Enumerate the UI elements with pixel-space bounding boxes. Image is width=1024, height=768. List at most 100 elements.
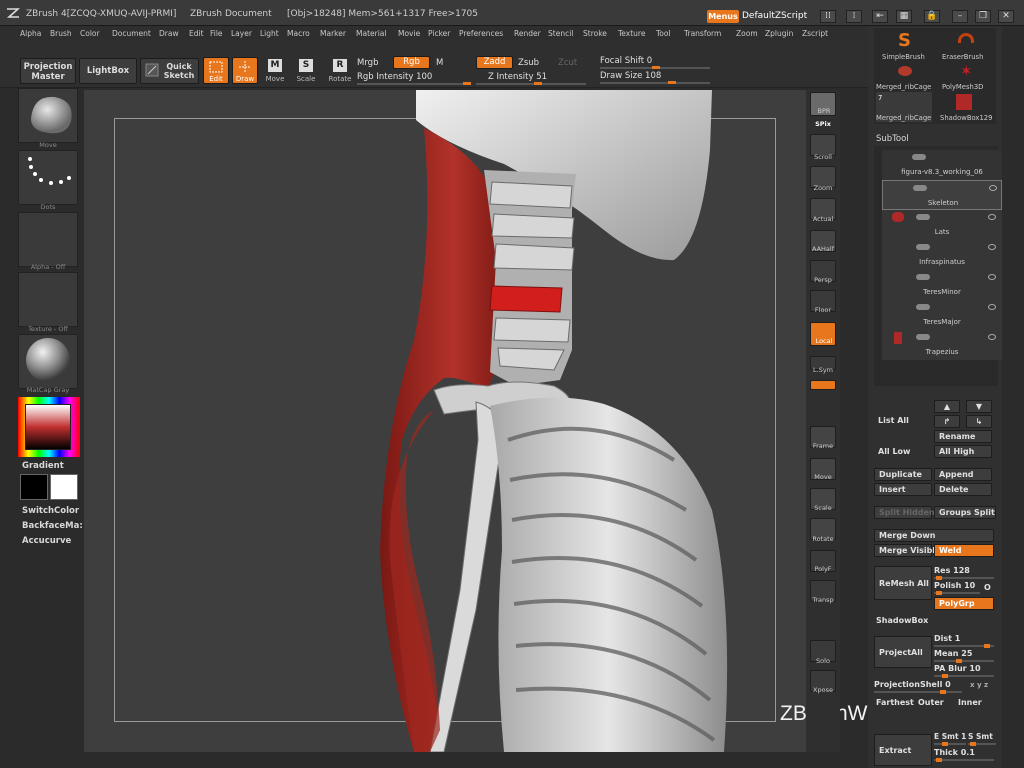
mean-slider[interactable]: Mean 25	[934, 649, 994, 663]
zadd-toggle[interactable]: Zadd	[476, 56, 513, 69]
menu-layer[interactable]: Layer	[231, 29, 252, 38]
xyz-axis-icon[interactable]: x y z	[970, 681, 988, 689]
scale-mode-button[interactable]: S Scale	[294, 57, 318, 84]
rgb-intensity-slider[interactable]: Rgb Intensity 100	[357, 72, 432, 82]
select-up-arrow-icon[interactable]: ↱	[934, 415, 960, 428]
rename-button[interactable]: Rename	[934, 430, 992, 443]
menu-picker[interactable]: Picker	[428, 29, 450, 38]
focal-shift-slider[interactable]: Focal Shift 0	[600, 56, 652, 66]
merge-down-button[interactable]: Merge Down	[874, 529, 994, 542]
move-down-arrow-icon[interactable]: ▼	[966, 400, 992, 413]
close-icon[interactable]: ✕	[998, 10, 1014, 23]
delete-button[interactable]: Delete	[934, 483, 992, 496]
merged-ribcage-tool-2[interactable]: 7 Merged_ribCage	[876, 92, 932, 122]
dist-slider[interactable]: Dist 1	[934, 634, 994, 648]
res-slider[interactable]: Res 128	[934, 566, 994, 580]
rotate-mode-button[interactable]: R Rotate	[326, 57, 354, 84]
secondary-color-swatch[interactable]	[20, 474, 48, 500]
rgb-intensity-handle[interactable]	[463, 82, 471, 85]
minimize-icon[interactable]: –	[952, 10, 968, 23]
menu-zplugin[interactable]: Zplugin	[765, 29, 793, 38]
subtool-header[interactable]: SubTool	[876, 134, 909, 144]
stroke-thumbnail[interactable]	[18, 150, 78, 205]
edit-mode-button[interactable]: Edit	[203, 57, 229, 84]
menu-zoom[interactable]: Zoom	[736, 29, 758, 38]
outer-toggle[interactable]: Outer	[918, 698, 944, 707]
subtool-visibility-toggle[interactable]	[912, 154, 926, 160]
xyz-rotate-toggle[interactable]	[810, 380, 836, 390]
default-zscript-button[interactable]: DefaultZScript	[742, 11, 807, 21]
remesh-all-button[interactable]: ReMesh All	[874, 566, 932, 600]
subtool-visibility-toggle[interactable]	[916, 214, 930, 220]
z-intensity-slider[interactable]: Z Intensity 51	[488, 72, 547, 82]
pa-blur-slider[interactable]: PA Blur 10	[934, 664, 994, 678]
eye-icon[interactable]	[988, 274, 996, 280]
eye-icon[interactable]	[988, 304, 996, 310]
farthest-toggle[interactable]: Farthest	[876, 698, 914, 707]
subtool-item-infraspinatus[interactable]: Infraspinatus	[882, 240, 1002, 270]
menu-marker[interactable]: Marker	[320, 29, 346, 38]
extract-button[interactable]: Extract	[874, 734, 932, 766]
polish-o-toggle[interactable]: O	[984, 583, 991, 592]
draw-size-track[interactable]	[600, 82, 710, 84]
menu-tool[interactable]: Tool	[656, 29, 671, 38]
eye-icon[interactable]	[988, 334, 996, 340]
menu-light[interactable]: Light	[260, 29, 279, 38]
menu-color[interactable]: Color	[80, 29, 100, 38]
maximize-icon[interactable]: ❐	[975, 10, 991, 23]
append-button[interactable]: Append	[934, 468, 992, 481]
select-down-arrow-icon[interactable]: ↳	[966, 415, 992, 428]
brush-thumbnail[interactable]	[18, 88, 78, 143]
menu-movie[interactable]: Movie	[398, 29, 420, 38]
menu-preferences[interactable]: Preferences	[459, 29, 503, 38]
menu-stencil[interactable]: Stencil	[548, 29, 573, 38]
layout-grid-icon[interactable]: ▦	[896, 10, 912, 23]
local-symmetry-icon[interactable]: Local	[810, 322, 836, 346]
switch-color-button[interactable]: SwitchColor	[22, 506, 79, 516]
subtool-item-figura[interactable]: figura-v8.3_working_06	[882, 150, 1002, 180]
spix-label[interactable]: SPix	[806, 120, 840, 128]
menu-zscript[interactable]: Zscript	[802, 29, 828, 38]
draw-size-handle[interactable]	[668, 81, 676, 84]
projection-master-button[interactable]: Projection Master	[20, 58, 76, 84]
quick-sketch-button[interactable]: Quick Sketch	[140, 58, 199, 84]
m-toggle[interactable]: M	[436, 58, 443, 68]
rgb-intensity-track[interactable]	[357, 83, 471, 85]
duplicate-button[interactable]: Duplicate	[874, 468, 932, 481]
menu-file[interactable]: File	[210, 29, 223, 38]
e-smt-slider[interactable]: E Smt 1	[934, 732, 966, 746]
inner-toggle[interactable]: Inner	[958, 698, 982, 707]
subtool-item-teresmajor[interactable]: TeresMajor	[882, 300, 1002, 330]
move-mode-button[interactable]: M Move	[263, 57, 287, 84]
eraserbrush-tool[interactable]: EraserBrush	[936, 30, 994, 61]
lightbox-button[interactable]: LightBox	[79, 58, 137, 84]
eye-icon[interactable]	[989, 185, 997, 191]
toggle-toolbar-icon[interactable]: ⁞⁞	[820, 10, 836, 23]
bpr-button[interactable]: BPR	[810, 92, 836, 116]
move-up-arrow-icon[interactable]: ▲	[934, 400, 960, 413]
menus-button[interactable]: Menus	[707, 10, 739, 23]
menu-brush[interactable]: Brush	[50, 29, 72, 38]
z-intensity-track[interactable]	[476, 83, 586, 85]
texture-thumbnail[interactable]	[18, 272, 78, 327]
accucurve-toggle[interactable]: Accucurve	[22, 536, 71, 546]
shadowbox-section-label[interactable]: ShadowBox	[876, 616, 928, 625]
eye-icon[interactable]	[988, 214, 996, 220]
merged-ribcage-tool[interactable]: Merged_ribCage	[876, 62, 932, 92]
anatomy-model-viewport[interactable]	[84, 90, 806, 752]
menu-material[interactable]: Material	[356, 29, 386, 38]
menu-draw[interactable]: Draw	[159, 29, 179, 38]
insert-button[interactable]: Insert	[874, 483, 932, 496]
zcut-toggle[interactable]: Zcut	[558, 58, 577, 68]
weld-toggle[interactable]: Weld	[934, 544, 994, 557]
material-thumbnail[interactable]	[18, 334, 78, 389]
z-intensity-handle[interactable]	[534, 82, 542, 85]
subtool-visibility-toggle[interactable]	[916, 304, 930, 310]
groups-split-button[interactable]: Groups Split	[934, 506, 996, 519]
menu-render[interactable]: Render	[514, 29, 541, 38]
rgb-toggle[interactable]: Rgb	[393, 56, 430, 69]
list-all-button[interactable]: List All	[878, 416, 909, 425]
projection-shell-slider[interactable]: ProjectionShell 0	[874, 680, 962, 694]
menu-edit[interactable]: Edit	[189, 29, 204, 38]
subtool-item-skeleton[interactable]: Skeleton	[882, 180, 1002, 210]
